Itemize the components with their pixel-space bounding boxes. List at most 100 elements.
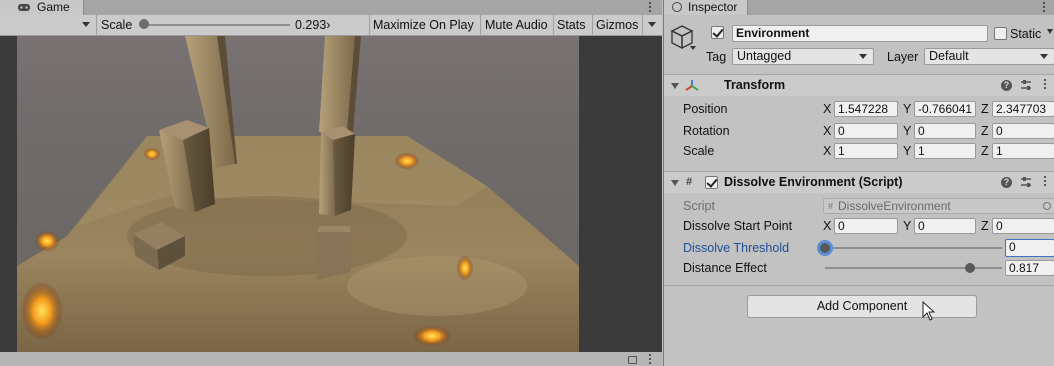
script-value: DissolveEnvironment [838,199,951,213]
script-file-icon: # [828,201,834,211]
start-point-x-field[interactable]: 0 [834,218,898,234]
tab-game[interactable]: Game [0,0,84,15]
static-checkbox[interactable] [994,27,1007,40]
script-hash-icon: # [686,176,693,188]
threshold-slider-thumb[interactable] [820,243,830,253]
help-icon[interactable]: ? [1001,80,1012,91]
game-panel: Game Scale 0.293› Maximize On Play Mute … [0,0,662,366]
pillar [319,132,335,216]
inspector-menu-icon[interactable] [1042,2,1046,14]
tag-dropdown[interactable]: Untagged [732,48,874,65]
distance-value-field[interactable]: 0.817 [1005,260,1054,276]
scale-label: Scale [683,144,715,158]
toolbar-separator [369,15,370,35]
component-menu-icon[interactable] [1043,176,1047,188]
inspector-panel: Inspector Environment Static Tag Untagge… [663,0,1054,366]
rotation-z-field[interactable]: 0 [992,123,1054,139]
dissolve-title: Dissolve Environment (Script) [724,175,903,189]
scale-slider-track[interactable] [144,24,290,26]
scale-label: Scale [101,18,133,32]
tag-label: Tag [706,50,727,64]
start-point-y-field[interactable]: 0 [914,218,976,234]
game-viewport[interactable] [17,36,579,352]
preset-icon[interactable] [1020,79,1032,91]
mute-audio-button[interactable]: Mute Audio [485,15,548,35]
layer-dropdown[interactable]: Default [924,48,1054,65]
rotation-y-field[interactable]: 0 [914,123,976,139]
game-panel-footer [0,352,662,366]
tab-inspector[interactable]: Inspector [664,0,748,15]
foldout-arrow-icon[interactable] [671,83,679,89]
toolbar-separator [553,15,554,35]
axis-z-label: Z [981,102,989,116]
rotation-label: Rotation [683,124,730,138]
distance-effect-label: Distance Effect [683,261,767,275]
gameobject-cube-icon [670,25,696,50]
lava-patch [395,153,419,169]
block-top [317,226,351,232]
axis-z-label: Z [981,144,989,158]
position-z-field[interactable]: 2.347703 [992,101,1054,117]
chevron-down-icon [648,22,656,27]
lock-icon[interactable] [628,356,637,364]
transform-title: Transform [724,78,786,92]
toolbar-separator [480,15,481,35]
active-checkbox[interactable] [711,26,724,39]
static-label: Static [1010,27,1042,41]
chevron-down-icon [1040,54,1048,59]
game-tab-strip [0,0,662,15]
scale-slider-thumb[interactable] [139,19,149,29]
distance-slider-thumb[interactable] [964,263,975,273]
axis-y-label: Y [903,102,912,116]
threshold-value-field[interactable]: 0 [1005,239,1054,257]
chevron-down-icon [859,54,867,59]
transform-header[interactable]: Transform ? [664,74,1054,96]
dissolve-header[interactable]: # Dissolve Environment (Script) ? [664,171,1054,193]
block [317,232,351,280]
divider [664,285,1054,286]
lava-patch [22,283,62,339]
stats-button[interactable]: Stats [557,15,586,35]
toolbar-separator [642,15,643,35]
scale-value: 0.293› [295,18,331,32]
maximize-on-play-button[interactable]: Maximize On Play [373,15,474,35]
position-x-field[interactable]: 1.547228 [834,101,898,117]
panel-menu-icon[interactable] [648,354,652,366]
lava-patch [35,231,59,251]
static-dropdown-icon[interactable] [1047,29,1053,34]
lava-patch [457,256,473,280]
gizmos-button[interactable]: Gizmos [596,15,638,35]
distance-slider-track[interactable] [825,267,1002,269]
layer-value: Default [929,49,969,63]
axis-x-label: X [823,219,832,233]
axis-y-label: Y [903,144,912,158]
scale-z-field[interactable]: 1 [992,143,1054,159]
foldout-arrow-icon[interactable] [671,180,679,186]
toolbar-separator [96,15,97,35]
object-name-field[interactable]: Environment [732,25,988,42]
scale-x-field[interactable]: 1 [834,143,898,159]
position-label: Position [683,102,728,116]
component-menu-icon[interactable] [1043,79,1047,91]
start-point-z-field[interactable]: 0 [992,218,1054,234]
axis-z-label: Z [981,219,989,233]
position-y-field[interactable]: -0.766041 [914,101,976,117]
object-picker-icon[interactable] [1043,202,1051,210]
info-icon [672,2,682,12]
help-icon[interactable]: ? [1001,177,1012,188]
rotation-x-field[interactable]: 0 [834,123,898,139]
game-panel-menu-icon[interactable] [648,2,652,14]
scale-y-field[interactable]: 1 [914,143,976,159]
add-component-button[interactable]: Add Component [747,295,977,318]
tag-value: Untagged [737,49,792,63]
floor-patch [347,256,527,316]
threshold-slider-track[interactable] [825,247,1002,249]
gizmos-dropdown[interactable] [644,15,660,35]
axis-y-label: Y [903,219,912,233]
preset-icon[interactable] [1020,176,1032,188]
lava-patch [414,326,450,346]
component-enabled-checkbox[interactable] [705,176,718,189]
script-label: Script [683,199,715,213]
toolbar-separator [592,15,593,35]
display-dropdown[interactable] [78,15,96,35]
